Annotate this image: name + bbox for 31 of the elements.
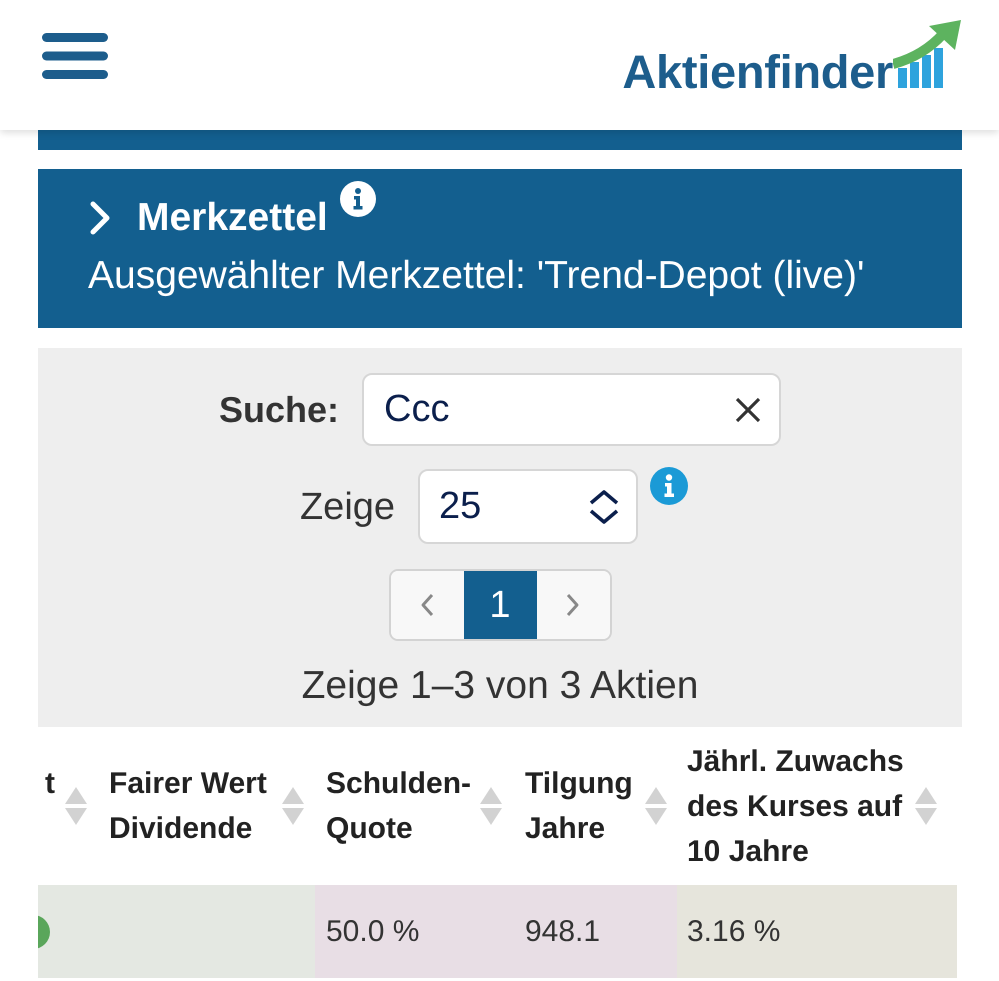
- table-cell: 948.1: [510, 885, 677, 978]
- rising-bars-arrow-icon: [893, 20, 961, 90]
- column-header[interactable]: Schulden-Quote: [315, 727, 510, 885]
- table-cell: 50.0 %: [315, 885, 510, 978]
- menu-icon[interactable]: [42, 33, 108, 79]
- up-down-chevron-icon: [589, 488, 620, 524]
- column-header[interactable]: Fairer Wert Dividende: [95, 727, 315, 885]
- sort-icon: [645, 787, 667, 825]
- page-size-label: Zeige: [300, 484, 396, 530]
- column-header[interactable]: t: [38, 727, 95, 885]
- page-size-select[interactable]: 25: [418, 469, 638, 544]
- column-header[interactable]: Tilgung Jahre: [510, 727, 677, 885]
- sort-icon: [480, 787, 502, 825]
- sort-icon: [282, 787, 304, 825]
- table-cell: 3.16 %: [677, 885, 957, 978]
- chevron-icon[interactable]: [90, 201, 110, 235]
- results-summary: Zeige 1–3 von 3 Aktien: [302, 663, 698, 709]
- panel-title[interactable]: Merkzettel: [137, 195, 328, 241]
- chevron-right-icon: [566, 593, 580, 617]
- info-icon[interactable]: [650, 467, 688, 505]
- search-label: Suche:: [218, 388, 340, 432]
- sort-icon: [65, 787, 87, 825]
- chevron-left-icon: [420, 593, 434, 617]
- clear-icon[interactable]: [735, 397, 762, 423]
- column-header[interactable]: Jährl. Zuwachs des Kurses auf 10 Jahre: [677, 727, 957, 885]
- logo-text[interactable]: Aktienfinder: [622, 48, 893, 95]
- search-field[interactable]: Ccc: [362, 373, 782, 446]
- selected-watchlist-text: Ausgewählter Merkzettel: 'Trend-Depot (live)': [88, 253, 866, 299]
- info-icon[interactable]: [340, 181, 376, 217]
- page-button[interactable]: 1: [464, 571, 536, 639]
- sort-icon: [915, 787, 937, 825]
